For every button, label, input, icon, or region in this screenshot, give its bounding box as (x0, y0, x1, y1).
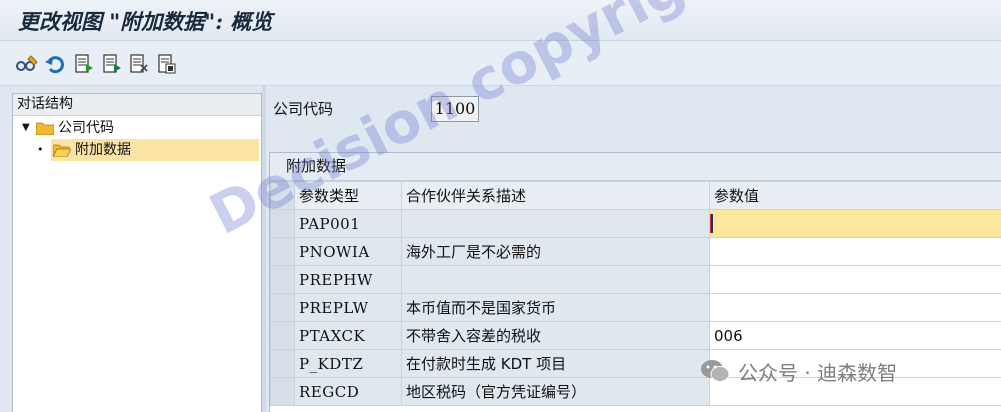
row-selector[interactable] (271, 210, 295, 238)
column-header-param-type[interactable]: 参数类型 (295, 182, 402, 210)
folder-icon (36, 122, 54, 135)
table-row: PNOWIA 海外工厂是不必需的 (271, 238, 1001, 266)
description-cell: 海外工厂是不必需的 (402, 238, 710, 266)
param-type-cell: PAP001 (295, 210, 402, 238)
param-type-cell: P_KDTZ (295, 350, 402, 378)
table-row: REGCD 地区税码（官方凭证编号） (271, 378, 1001, 406)
title-bar: 更改视图 "附加数据": 概览 (0, 0, 1001, 41)
param-value-input[interactable]: 006 (710, 322, 1001, 350)
select-all-column-header[interactable] (271, 182, 295, 210)
param-type-cell: PNOWIA (295, 238, 402, 266)
description-cell: 不带舍入容差的税收 (402, 322, 710, 350)
param-type-cell: PREPLW (295, 294, 402, 322)
param-value-input[interactable] (710, 266, 1001, 294)
param-type-cell: REGCD (295, 378, 402, 406)
dialog-structure-header: 对话结构 (13, 94, 261, 116)
additional-data-title: 附加数据 (270, 153, 1001, 181)
table-header-row: 参数类型 合作伙伴关系描述 参数值 (271, 182, 1001, 210)
param-type-cell: PTAXCK (295, 322, 402, 350)
row-selector[interactable] (271, 322, 295, 350)
table-row: PAP001 (271, 210, 1001, 238)
company-code-value: 1100 (431, 96, 479, 122)
company-code-label: 公司代码 (273, 98, 333, 119)
window-title: 更改视图 "附加数据": 概览 (18, 6, 272, 36)
open-folder-icon (53, 144, 71, 157)
delete-icon[interactable] (127, 53, 149, 75)
param-value-input[interactable] (710, 294, 1001, 322)
table-row: PREPHW (271, 266, 1001, 294)
dialog-structure-panel: 对话结构 ▼ 公司代码 • 附加数据 (12, 93, 262, 412)
param-value-input[interactable] (710, 238, 1001, 266)
tree-bullet-icon: • (37, 139, 44, 161)
table-row: PREPLW 本币值而不是国家货币 (271, 294, 1001, 322)
new-entries-icon[interactable] (72, 53, 94, 75)
table-row: PTAXCK 不带舍入容差的税收 006 (271, 322, 1001, 350)
undo-icon[interactable] (44, 53, 66, 75)
column-header-description[interactable]: 合作伙伴关系描述 (402, 182, 710, 210)
text-caret (710, 214, 713, 233)
param-type-cell: PREPHW (295, 266, 402, 294)
application-toolbar (0, 41, 1001, 86)
additional-data-section: 附加数据 参数类型 合作伙伴关系描述 参数值 PAP001 (269, 152, 1001, 412)
param-value-input[interactable] (710, 210, 1001, 238)
tree-node-label: 公司代码 (58, 117, 114, 139)
description-cell: 本币值而不是国家货币 (402, 294, 710, 322)
row-selector[interactable] (271, 350, 295, 378)
param-value-input[interactable] (710, 378, 1001, 406)
tree-node-label: 附加数据 (75, 139, 131, 161)
column-header-param-value[interactable]: 参数值 (710, 182, 1001, 210)
param-value-input[interactable] (710, 350, 1001, 378)
row-selector[interactable] (271, 294, 295, 322)
display-change-icon[interactable] (15, 53, 37, 75)
table-row: P_KDTZ 在付款时生成 KDT 项目 (271, 350, 1001, 378)
row-selector[interactable] (271, 378, 295, 406)
description-cell (402, 266, 710, 294)
description-cell: 在付款时生成 KDT 项目 (402, 350, 710, 378)
panel-splitter[interactable] (262, 85, 266, 411)
copy-as-icon[interactable] (100, 53, 122, 75)
tree-node-company-code[interactable]: ▼ 公司代码 (13, 117, 261, 139)
expand-arrow-icon[interactable]: ▼ (22, 117, 30, 139)
description-cell: 地区税码（官方凭证编号） (402, 378, 710, 406)
additional-data-table: 参数类型 合作伙伴关系描述 参数值 PAP001 PNOWIA 海外工厂是不必需… (270, 181, 1001, 406)
tree-node-additional-data[interactable]: • 附加数据 (51, 139, 259, 161)
row-selector[interactable] (271, 238, 295, 266)
description-cell (402, 210, 710, 238)
row-selector[interactable] (271, 266, 295, 294)
select-all-icon[interactable] (155, 53, 177, 75)
